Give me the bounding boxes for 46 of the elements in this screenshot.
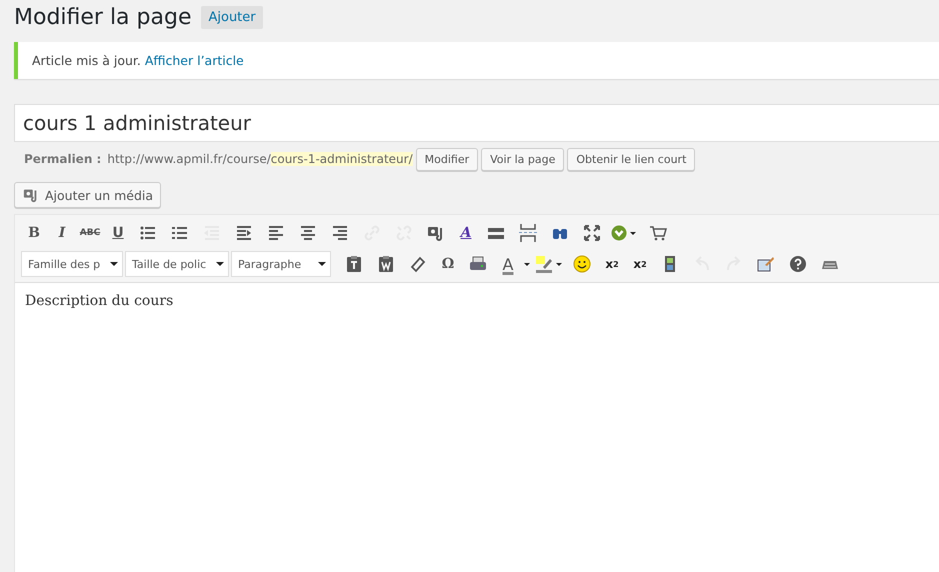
notice-message: Article mis à jour. xyxy=(32,53,141,68)
title-field[interactable]: cours 1 administrateur xyxy=(14,104,939,142)
text-color-button[interactable]: A xyxy=(495,251,521,277)
caret-icon xyxy=(318,261,326,267)
indent-icon[interactable] xyxy=(235,224,253,242)
text-style-button[interactable]: A xyxy=(453,220,479,246)
page-title: Modifier la page xyxy=(14,4,192,30)
chevron-down-icon[interactable] xyxy=(611,224,639,242)
cart-icon[interactable] xyxy=(649,224,667,242)
fullscreen-icon[interactable] xyxy=(583,224,601,242)
permalink-button[interactable]: Voir la page xyxy=(481,148,564,170)
permalink-button[interactable]: Obtenir le lien court xyxy=(567,148,696,170)
smiley-icon[interactable] xyxy=(573,255,591,273)
page-break-icon[interactable] xyxy=(519,224,537,242)
format-dropdown[interactable]: Taille de polic xyxy=(125,251,229,277)
clipboard-icon[interactable] xyxy=(377,255,395,273)
align-right-icon[interactable] xyxy=(331,224,349,242)
add-button[interactable]: Ajouter xyxy=(201,6,263,28)
special-character-button[interactable]: Ω xyxy=(435,251,461,277)
clipboard-icon[interactable] xyxy=(345,255,363,273)
bold-button[interactable]: B xyxy=(21,220,47,246)
caret-icon xyxy=(110,261,118,267)
permalink-base: http://www.apmil.fr/course/ xyxy=(107,152,271,166)
superscript-button[interactable]: x$^{2}$ xyxy=(599,251,625,277)
format-dropdown[interactable]: Famille des p xyxy=(21,251,123,277)
eraser-icon[interactable] xyxy=(409,255,427,273)
highlighter-icon[interactable] xyxy=(535,255,563,273)
numbered-list-icon[interactable] xyxy=(171,224,189,242)
printer-icon[interactable] xyxy=(469,255,487,273)
bullet-list-icon[interactable] xyxy=(139,224,157,242)
align-left-icon[interactable] xyxy=(267,224,285,242)
editor-content[interactable]: Description du cours xyxy=(15,283,939,319)
permalink-button[interactable]: Modifier xyxy=(416,148,478,170)
italic-button[interactable]: I xyxy=(49,220,75,246)
format-dropdown[interactable]: Paragraphe xyxy=(231,251,331,277)
view-article-link[interactable]: Afficher l’article xyxy=(144,53,244,68)
permalink-label: Permalien : xyxy=(24,152,102,166)
align-center-icon[interactable] xyxy=(299,224,317,242)
image-edit-icon[interactable] xyxy=(757,255,775,273)
media-icon[interactable] xyxy=(427,224,445,242)
add-media-button[interactable]: Ajouter un média xyxy=(14,182,162,208)
underline-button[interactable]: U xyxy=(105,220,131,246)
strikethrough-button[interactable]: ABC xyxy=(77,220,103,246)
caret-icon xyxy=(216,261,224,267)
help-icon[interactable] xyxy=(789,255,807,273)
permalink-slug: cours-1-administrateur/ xyxy=(270,152,413,166)
